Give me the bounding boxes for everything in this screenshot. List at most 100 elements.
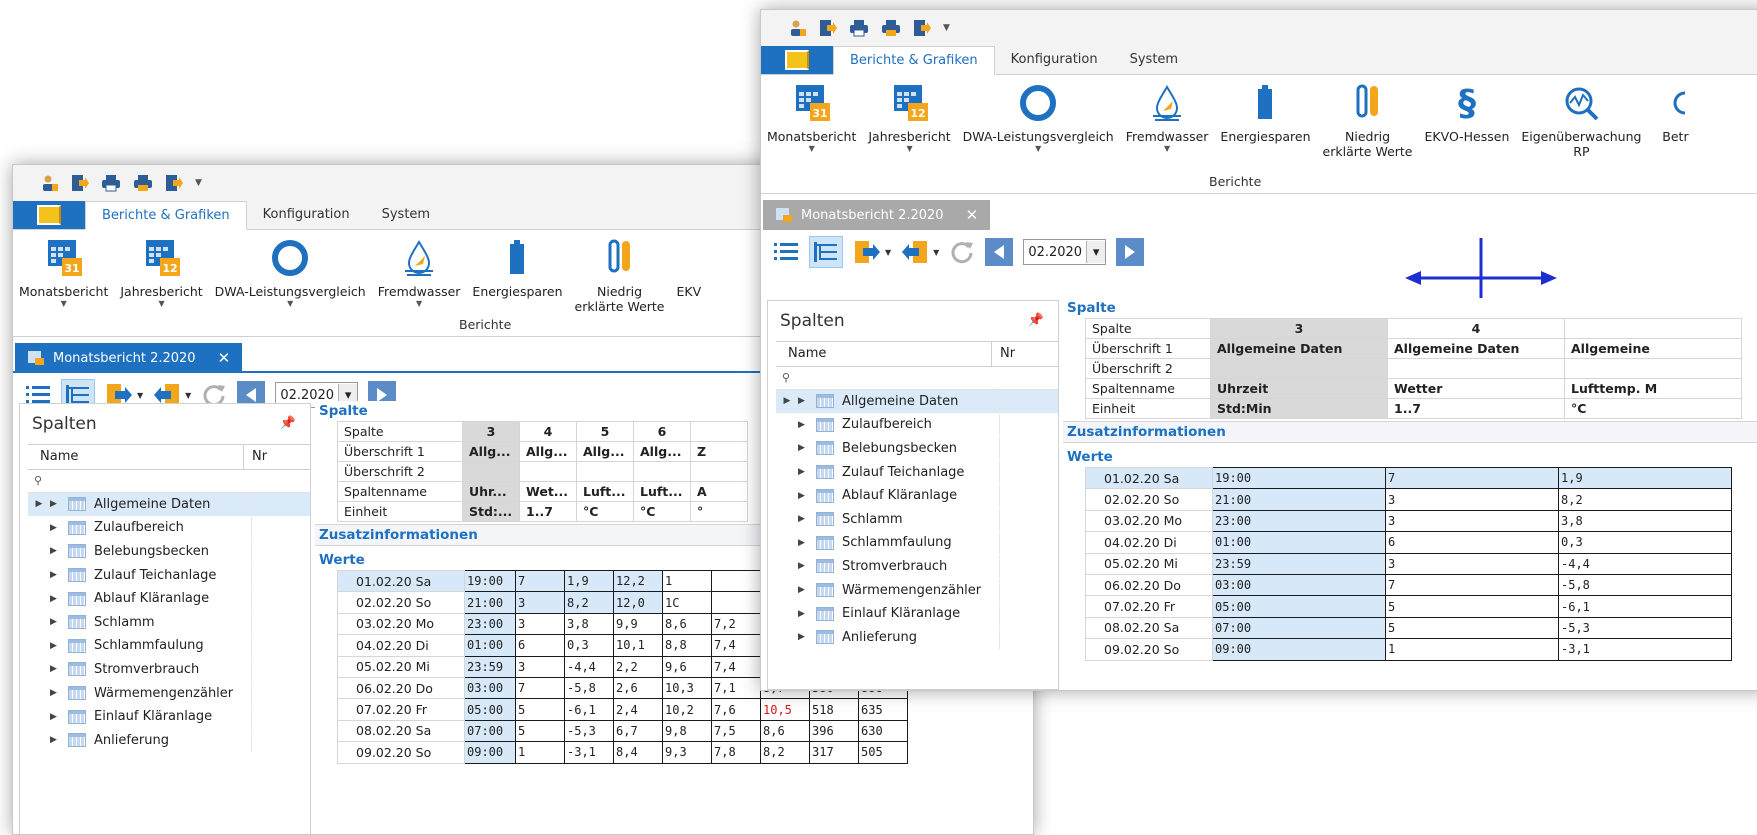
tree-row[interactable]: ▶ ▶ Allgemeine Daten bbox=[28, 493, 310, 517]
value-cell[interactable]: 03:00 bbox=[464, 676, 516, 700]
next-month-button[interactable] bbox=[1116, 238, 1145, 266]
value-cell[interactable]: 396 bbox=[809, 719, 859, 743]
meta-cell[interactable]: 1..7 bbox=[1387, 398, 1565, 419]
date-cell[interactable]: 08.02.20 Sa bbox=[337, 719, 465, 743]
date-cell[interactable]: 07.02.20 Fr bbox=[337, 698, 465, 721]
tree-row[interactable]: ▶ Schlamm bbox=[28, 610, 310, 635]
value-cell[interactable]: 3,8 bbox=[564, 612, 614, 636]
jahresbericht-button[interactable]: 12 Jahresbericht ▼ bbox=[862, 81, 956, 159]
export-report-icon[interactable]: ▼ bbox=[853, 239, 891, 265]
value-cell[interactable]: 07:00 bbox=[464, 719, 516, 743]
value-cell[interactable]: 2,2 bbox=[613, 655, 663, 678]
value-cell[interactable]: -5,3 bbox=[564, 719, 614, 743]
fremdwasser-button[interactable]: Fremdwasser ▼ bbox=[372, 236, 467, 314]
meta-cell[interactable]: Uhr... bbox=[462, 481, 520, 502]
value-cell[interactable]: 3 bbox=[1385, 552, 1559, 575]
table-row[interactable]: 07.02.20 Fr 05:00 5 -6,1 bbox=[1085, 595, 1732, 618]
value-cell[interactable]: 9,3 bbox=[662, 741, 712, 764]
expand-icon[interactable]: ▶ bbox=[798, 561, 816, 571]
value-cell[interactable]: 317 bbox=[809, 741, 859, 764]
tree-row[interactable]: ▶ Schlamm bbox=[776, 507, 1058, 532]
date-cell[interactable]: 09.02.20 So bbox=[337, 741, 465, 764]
value-cell[interactable]: 9,8 bbox=[662, 719, 712, 743]
expand-icon[interactable]: ▶ bbox=[50, 641, 68, 651]
meta-cell[interactable]: Luft... bbox=[633, 481, 691, 502]
export-icon[interactable] bbox=[913, 19, 931, 37]
meta-cell[interactable]: 3 bbox=[462, 421, 520, 442]
tree-row[interactable]: ▶ Wärmemengenzähler bbox=[28, 681, 310, 706]
expand-icon[interactable]: ▶ bbox=[50, 735, 68, 745]
filter-pin-icon[interactable]: ⚲ bbox=[776, 367, 1058, 390]
chevron-down-icon[interactable]: ▼ bbox=[158, 299, 164, 309]
meta-cell[interactable]: Allg... bbox=[462, 441, 520, 462]
value-cell[interactable]: 10,3 bbox=[662, 676, 712, 700]
tree-row[interactable]: ▶ Einlauf Kläranlage bbox=[776, 602, 1058, 626]
value-cell[interactable]: 23:59 bbox=[464, 655, 516, 678]
table-row[interactable]: 03.02.20 Mo 23:00 3 3,8 bbox=[1085, 509, 1732, 533]
energiesparen-button[interactable]: Energiesparen bbox=[466, 236, 568, 314]
expand-icon[interactable]: ▶ bbox=[798, 538, 816, 548]
date-cell[interactable]: 02.02.20 So bbox=[1085, 488, 1213, 511]
value-cell[interactable]: 7 bbox=[515, 676, 565, 700]
tree-row[interactable]: ▶ Zulaufbereich bbox=[28, 516, 310, 541]
ekvo-hessen-button-cut[interactable]: EKV bbox=[671, 236, 708, 314]
value-cell[interactable]: -3,1 bbox=[564, 741, 614, 764]
meta-cell[interactable]: Uhrzeit bbox=[1210, 378, 1388, 399]
user-icon[interactable] bbox=[41, 174, 59, 192]
meta-cell[interactable] bbox=[690, 461, 748, 482]
jahresbericht-button[interactable]: 12 Jahresbericht ▼ bbox=[114, 236, 208, 314]
expand-icon[interactable]: ▶ bbox=[50, 617, 68, 627]
fremdwasser-button[interactable]: Fremdwasser ▼ bbox=[1120, 81, 1215, 159]
date-cell[interactable]: 04.02.20 Di bbox=[337, 634, 465, 657]
close-icon[interactable]: ✕ bbox=[966, 206, 979, 224]
tree-row[interactable]: ▶ Schlammfaulung bbox=[28, 634, 310, 659]
value-cell[interactable]: 23:59 bbox=[1212, 552, 1386, 575]
value-cell[interactable]: 0,3 bbox=[1558, 531, 1732, 554]
expand-icon[interactable]: ▶ bbox=[50, 712, 68, 722]
value-cell[interactable]: 12,2 bbox=[613, 569, 663, 593]
niedrig-erklaerte-werte-button[interactable]: Niedrig erklärte Werte bbox=[569, 236, 671, 314]
value-cell[interactable]: 05:00 bbox=[464, 698, 516, 721]
chevron-down-icon[interactable]: ▼ bbox=[933, 248, 939, 257]
value-cell[interactable]: 09:00 bbox=[1212, 638, 1386, 661]
tree-row[interactable]: ▶ Stromverbrauch bbox=[776, 555, 1058, 579]
expand-icon[interactable]: ▶ bbox=[50, 594, 68, 604]
value-cell[interactable] bbox=[711, 569, 761, 593]
value-cell[interactable]: 7 bbox=[1385, 573, 1559, 597]
value-cell[interactable]: 7,5 bbox=[711, 719, 761, 743]
meta-cell[interactable]: Luft... bbox=[576, 481, 634, 502]
value-cell[interactable]: -5,8 bbox=[1558, 573, 1732, 597]
file-menu-button[interactable] bbox=[761, 46, 833, 74]
value-cell[interactable]: 23:00 bbox=[1212, 509, 1386, 533]
value-cell[interactable]: 1 bbox=[515, 741, 565, 764]
chevron-down-icon[interactable]: ▼ bbox=[906, 144, 912, 154]
value-cell[interactable]: 5 bbox=[515, 698, 565, 721]
value-cell[interactable]: 0,3 bbox=[564, 634, 614, 657]
value-cell[interactable]: 05:00 bbox=[1212, 595, 1386, 618]
meta-cell[interactable] bbox=[690, 421, 748, 442]
value-cell[interactable]: 7,1 bbox=[711, 676, 761, 700]
monatsbericht-button[interactable]: 31 Monatsbericht ▼ bbox=[13, 236, 114, 314]
value-cell[interactable]: 23:00 bbox=[464, 612, 516, 636]
date-cell[interactable]: 02.02.20 So bbox=[337, 591, 465, 614]
chevron-down-icon[interactable]: ▼ bbox=[416, 299, 422, 309]
value-cell[interactable]: 10,1 bbox=[613, 634, 663, 657]
column-header-nr[interactable]: Nr bbox=[244, 445, 310, 469]
table-row[interactable]: 09.02.20 So 09:00 1 -3,1 8,4 9,3 7,8 8,2 317 505 bbox=[337, 741, 908, 764]
meta-cell[interactable] bbox=[1564, 318, 1742, 339]
value-cell[interactable]: 6 bbox=[1385, 531, 1559, 554]
date-cell[interactable]: 01.02.20 Sa bbox=[1085, 466, 1213, 490]
value-cell[interactable]: 19:00 bbox=[1212, 466, 1386, 490]
value-cell[interactable]: 7 bbox=[1385, 466, 1559, 490]
meta-cell[interactable]: 1..7 bbox=[519, 501, 577, 522]
date-cell[interactable]: 08.02.20 Sa bbox=[1085, 616, 1213, 640]
tree-row[interactable]: ▶ Belebungsbecken bbox=[776, 437, 1058, 461]
expand-icon[interactable]: ▶ bbox=[798, 396, 816, 406]
monatsbericht-button[interactable]: 31 Monatsbericht ▼ bbox=[761, 81, 862, 159]
table-row[interactable]: 08.02.20 Sa 07:00 5 -5,3 6,7 9,8 7,5 8,6 396 630 bbox=[337, 719, 908, 743]
value-cell[interactable]: 7,4 bbox=[711, 634, 761, 657]
meta-cell[interactable] bbox=[1564, 358, 1742, 379]
meta-cell[interactable] bbox=[1387, 358, 1565, 379]
chevron-down-icon[interactable]: ▼ bbox=[287, 299, 293, 309]
tab-konfiguration[interactable]: Konfiguration bbox=[995, 46, 1114, 74]
